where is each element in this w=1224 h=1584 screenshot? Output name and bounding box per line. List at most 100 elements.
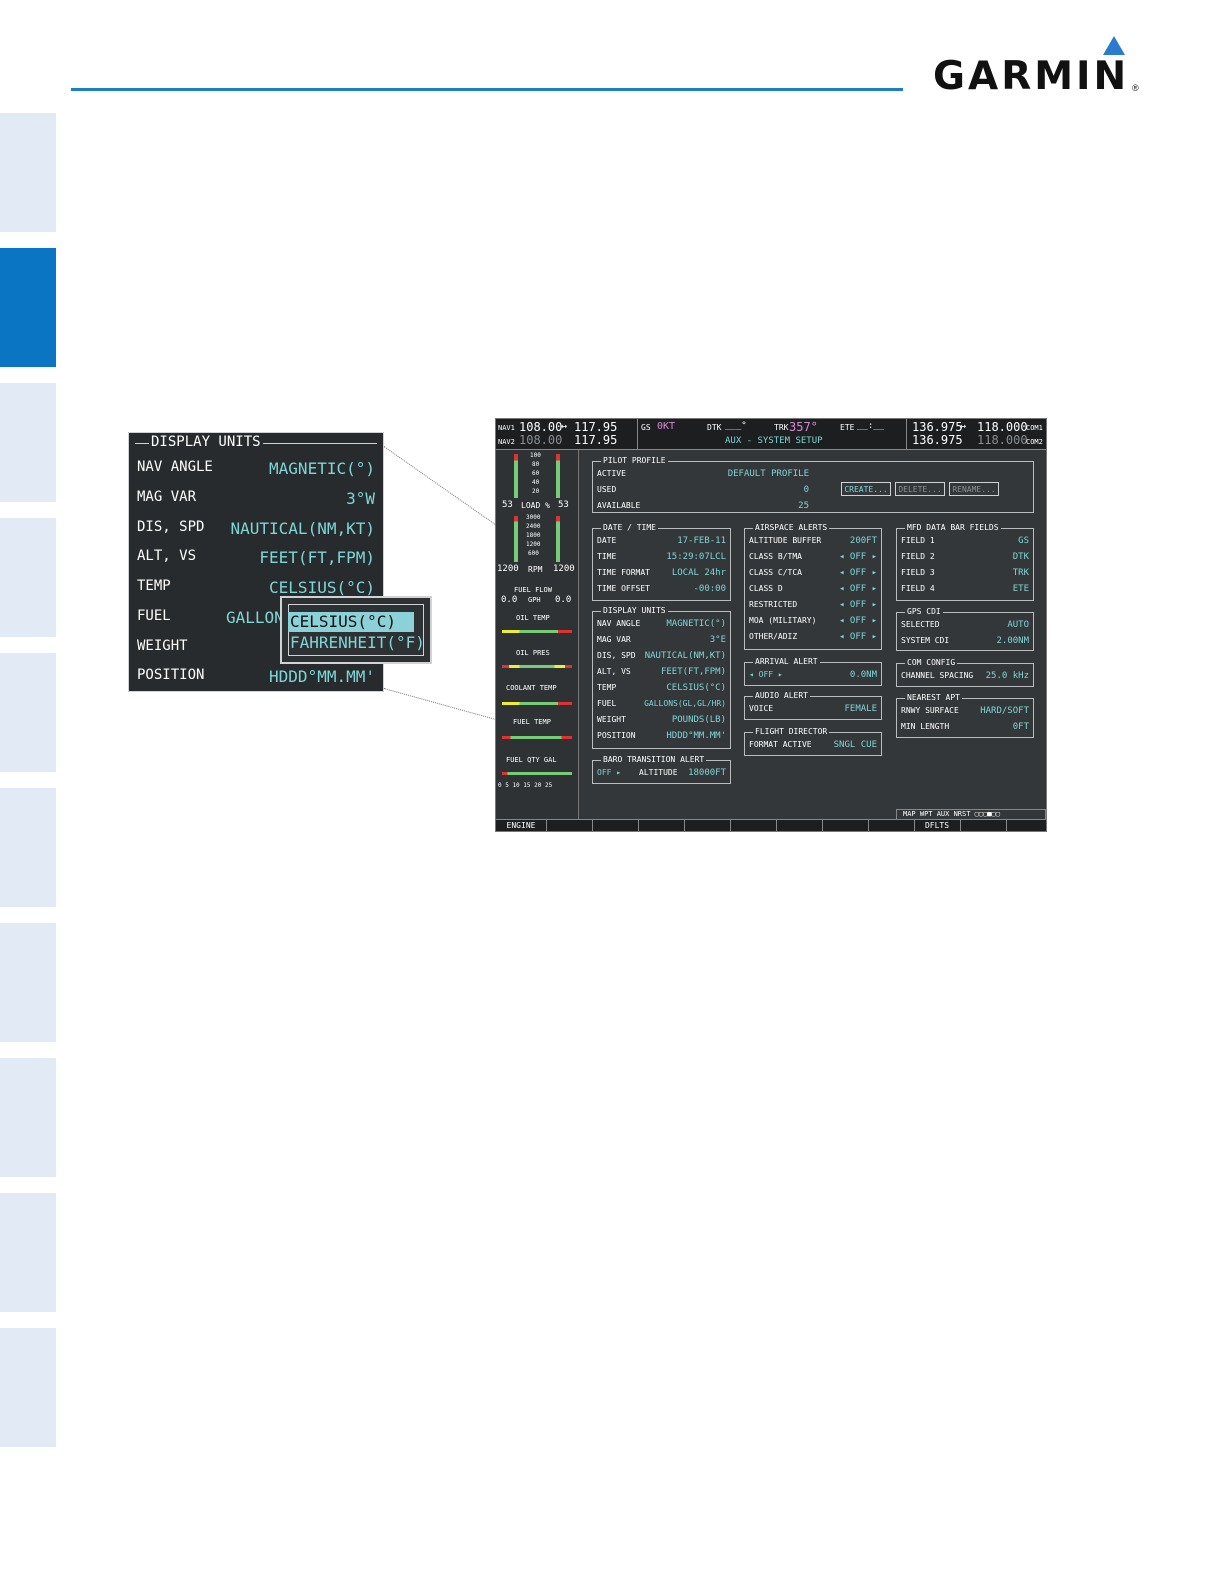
mfd-nav-angle-row[interactable]: NAV ANGLE MAGNETIC(°) [597,619,726,631]
com1-active-freq[interactable]: 118.000 [977,420,1028,434]
pilot-profile-available-row: AVAILABLE 25 [597,501,809,511]
time-row[interactable]: TIME 15:29:07LCL [597,552,726,564]
option-celsius[interactable]: CELSIUS(°C) [288,612,414,632]
mfd-fuel-row[interactable]: FUEL GALLONS(GL,GL/HR) [597,699,726,711]
time-offset-row[interactable]: TIME OFFSET -00:00 [597,584,726,596]
mfd-mag-var-row[interactable]: MAG VAR 3°E [597,635,726,647]
chapter-tab-9 [0,1193,56,1312]
fuel-flow-right-value: 0.0 [555,595,572,605]
rpm-tick-2400: 2400 [526,523,541,530]
class-d-row[interactable]: CLASS D ◂ OFF ▸ [749,584,877,596]
softkey-8[interactable] [822,820,869,831]
nav1-active-freq[interactable]: 108.00 [519,420,562,434]
zoom-row-mag-var[interactable]: MAG VAR 3°W [137,489,375,513]
min-length-row[interactable]: MIN LENGTH 0FT [901,722,1029,734]
softkey-7[interactable] [776,820,823,831]
softkey-11[interactable] [960,820,1007,831]
restricted-row[interactable]: RESTRICTED ◂ OFF ▸ [749,600,877,612]
mfd-top-bar: NAV1 108.00 ↔ 117.95 NAV2 108.00 117.95 … [496,419,1046,450]
zoom-row-dis-spd[interactable]: DIS, SPD NAUTICAL(NM,KT) [137,519,375,543]
garmin-delta-icon [1103,36,1125,55]
mfd-temp-row[interactable]: TEMP CELSIUS(°C) [597,683,726,695]
rpm-tick-600: 600 [528,550,539,557]
garmin-logo: GARMIN ® [933,34,1143,99]
audio-voice-row[interactable]: VOICE FEMALE [749,704,877,716]
softkey-5[interactable] [684,820,731,831]
nav1-standby-freq[interactable]: 117.95 [574,420,617,434]
baro-altitude-label: ALTITUDE [639,768,678,777]
create-profile-button[interactable]: CREATE... [841,482,891,496]
nav2-active-freq[interactable]: 108.00 [519,433,562,447]
topbar-separator-right [906,419,907,449]
arrival-alert-row[interactable]: ◂ OFF ▸ 0.0NM [749,670,877,682]
oil-pres-gauge [502,665,572,668]
zoom-row-nav-angle[interactable]: NAV ANGLE MAGNETIC(°) [137,459,375,483]
cdi-selected-row[interactable]: SELECTED AUTO [901,620,1029,632]
arrival-alert-title: ARRIVAL ALERT [753,657,820,666]
fuel-temp-gauge [502,736,572,739]
trk-value: 357° [789,420,818,434]
topbar-separator-left [637,419,638,449]
delete-profile-button[interactable]: DELETE... [895,482,945,496]
rename-profile-button[interactable]: RENAME... [949,482,999,496]
softkey-engine[interactable]: ENGINE [496,820,547,831]
baro-state[interactable]: OFF ▸ [597,768,621,777]
nav2-standby-freq[interactable]: 117.95 [574,433,617,447]
mfd-data-bar-fields-box: MFD DATA BAR FIELDS FIELD 1 GS FIELD 2 DTK… [896,523,1034,601]
flight-director-box: FLIGHT DIRECTOR FORMAT ACTIVE SNGL CUE [744,727,882,756]
softkey-2[interactable] [546,820,593,831]
ete-label: ETE [840,423,855,432]
chapter-tab-7 [0,923,56,1042]
class-c-row[interactable]: CLASS C/TCA ◂ OFF ▸ [749,568,877,580]
pilot-profile-active-row[interactable]: ACTIVE DEFAULT PROFILE [597,469,809,481]
fuel-temp-label: FUEL TEMP [513,718,551,726]
com2-active-freq[interactable]: 118.000 [977,433,1028,447]
option-fahrenheit[interactable]: FAHRENHEIT(°F) [288,633,425,653]
date-row[interactable]: DATE 17-FEB-11 [597,536,726,548]
zoom-row-position[interactable]: POSITION HDDD°MM.MM' [137,667,375,691]
arrival-alert-state[interactable]: ◂ OFF ▸ [749,670,783,679]
com2-label: COM2 [1026,438,1043,446]
fuel-qty-scale: 0 5 10 15 20 25 [498,782,553,789]
date-time-box: DATE / TIME DATE 17-FEB-11 TIME 15:29:07LC… [592,523,731,601]
zoom-row-alt-vs[interactable]: ALT, VS FEET(FT,FPM) [137,548,375,572]
mfd-position-row[interactable]: POSITION HDDD°MM.MM' [597,731,726,743]
baro-transition-row[interactable]: OFF ▸ ALTITUDE 18000FT [597,768,726,780]
softkey-6[interactable] [730,820,777,831]
field-3-row[interactable]: FIELD 3 TRK [901,568,1029,580]
rpm-tick-1200: 1200 [526,541,541,548]
time-format-row[interactable]: TIME FORMAT LOCAL 24hr [597,568,726,580]
oil-temp-gauge [502,630,572,633]
mfd-dis-spd-row[interactable]: DIS, SPD NAUTICAL(NM,KT) [597,651,726,663]
com1-standby-freq[interactable]: 136.975 [912,420,963,434]
altitude-buffer-row[interactable]: ALTITUDE BUFFER 200FT [749,536,877,548]
baro-transition-title: BARO TRANSITION ALERT [601,755,707,764]
temp-unit-selection-popup: CELSIUS(°C) FAHRENHEIT(°F) [280,596,432,664]
nav1-label: NAV1 [498,424,515,432]
mfd-alt-vs-row[interactable]: ALT, VS FEET(FT,FPM) [597,667,726,679]
oil-pres-label: OIL PRES [516,649,550,657]
softkey-3[interactable] [592,820,639,831]
system-cdi-row: SYSTEM CDI 2.00NM [901,636,1029,646]
rnwy-surface-row[interactable]: RNWY SURFACE HARD/SOFT [901,706,1029,718]
other-adiz-row[interactable]: OTHER/ADIZ ◂ OFF ▸ [749,632,877,644]
softkey-4[interactable] [638,820,685,831]
fuel-flow-label: FUEL FLOW [514,586,552,594]
field-4-row[interactable]: FIELD 4 ETE [901,584,1029,596]
pilot-profile-title: PILOT PROFILE [601,456,668,465]
baro-altitude-value: 18000FT [688,768,726,778]
channel-spacing-row[interactable]: CHANNEL SPACING 25.0 kHz [901,671,1029,683]
class-b-row[interactable]: CLASS B/TMA ◂ OFF ▸ [749,552,877,564]
format-active-row[interactable]: FORMAT ACTIVE SNGL CUE [749,740,877,752]
moa-row[interactable]: MOA (MILITARY) ◂ OFF ▸ [749,616,877,628]
softkey-dflts[interactable]: DFLTS [914,820,961,831]
mfd-weight-row[interactable]: WEIGHT POUNDS(LB) [597,715,726,727]
field-2-row[interactable]: FIELD 2 DTK [901,552,1029,564]
trk-label: TRK [774,423,789,432]
com2-standby-freq[interactable]: 136.975 [912,433,963,447]
softkey-9[interactable] [868,820,915,831]
garmin-wordmark: GARMIN [933,54,1130,99]
field-1-row[interactable]: FIELD 1 GS [901,536,1029,548]
gps-cdi-title: GPS CDI [905,607,943,616]
load-bar-right [556,454,560,498]
